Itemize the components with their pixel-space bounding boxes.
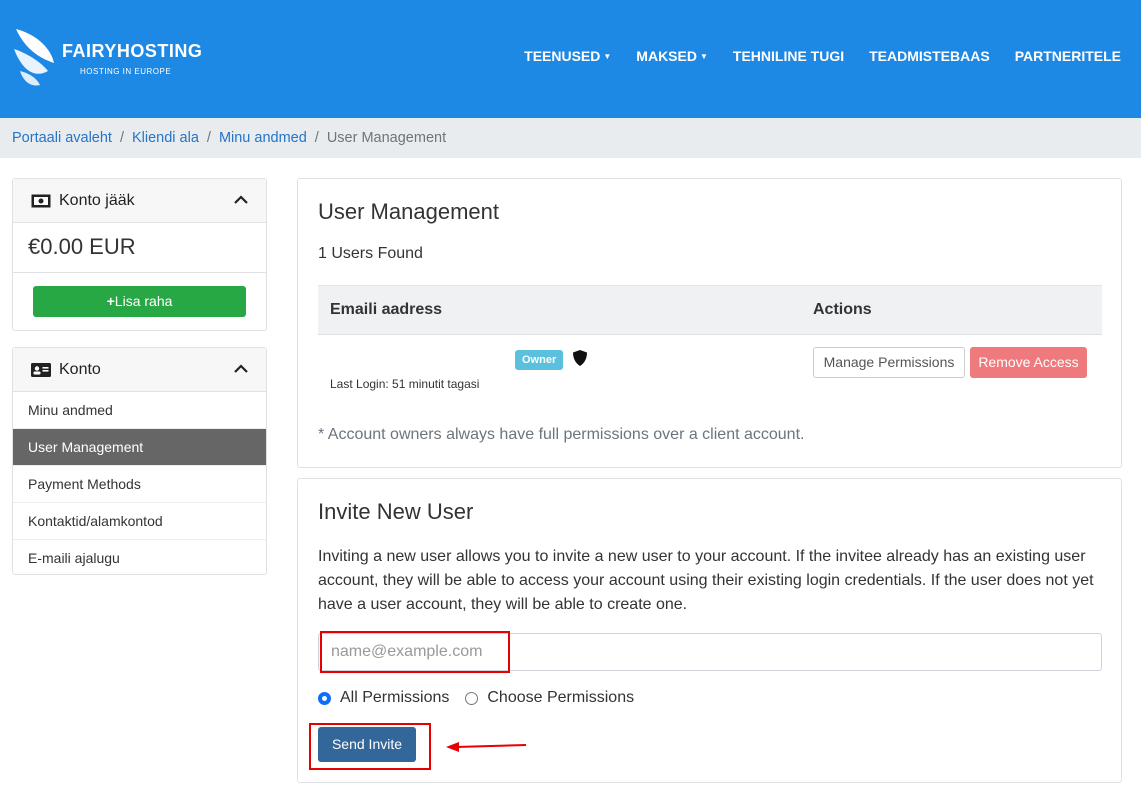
shield-icon xyxy=(573,350,587,371)
sidebar-item-e-maili-ajalugu[interactable]: E-maili ajalugu xyxy=(13,540,266,577)
arrow-left-icon xyxy=(446,742,527,752)
last-login-text: Last Login: 51 minutit tagasi xyxy=(330,377,480,391)
user-management-card: User Management 1 Users Found Emaili aad… xyxy=(297,178,1122,468)
breadcrumb-separator: / xyxy=(119,130,124,146)
caret-down-icon: ▼ xyxy=(699,52,708,61)
nav-item-teadmistebaas[interactable]: TEADMISTEBAAS xyxy=(869,48,990,64)
site-header: FAIRYHOSTING HOSTING IN EUROPE TEENUSED ▼… xyxy=(0,0,1141,118)
table-header: Emaili aadress Actions xyxy=(318,285,1102,335)
nav-label: TEENUSED xyxy=(524,48,601,64)
nav-item-partneritele[interactable]: PARTNERITELE xyxy=(1015,48,1121,64)
users-table: Emaili aadress Actions Owner Last Login:… xyxy=(318,285,1102,405)
add-funds-button[interactable]: +Lisa raha xyxy=(33,286,246,317)
nav-item-teenused[interactable]: TEENUSED ▼ xyxy=(524,48,611,64)
account-panel-title: Konto xyxy=(59,360,101,378)
account-panel-header[interactable]: Konto xyxy=(13,348,266,392)
all-permissions-label[interactable]: All Permissions xyxy=(340,689,449,707)
plus-icon: + xyxy=(106,293,115,309)
owner-permissions-note: * Account owners always have full permis… xyxy=(318,426,805,443)
choose-permissions-radio[interactable] xyxy=(465,691,479,705)
money-bill-icon xyxy=(31,194,51,208)
breadcrumb-link[interactable]: Kliendi ala xyxy=(132,130,199,146)
invite-description: Inviting a new user allows you to invite… xyxy=(318,548,1094,613)
butterfly-wing-icon xyxy=(14,29,54,86)
balance-panel-title: Konto jääk xyxy=(59,191,135,209)
breadcrumb-link[interactable]: Minu andmed xyxy=(219,130,307,146)
sidebar-item-payment-methods[interactable]: Payment Methods xyxy=(13,466,266,503)
owner-badge: Owner xyxy=(515,350,564,370)
balance-panel: Konto jääk €0.00 EUR +Lisa raha xyxy=(12,178,267,331)
choose-permissions-label[interactable]: Choose Permissions xyxy=(487,689,634,707)
breadcrumb-separator: / xyxy=(314,130,319,146)
add-funds-wrapper: +Lisa raha xyxy=(13,273,266,330)
nav-item-tehniline-tugi[interactable]: TEHNILINE TUGI xyxy=(733,48,844,64)
brand-tagline: HOSTING IN EUROPE xyxy=(80,67,172,76)
highlight-box-send xyxy=(309,723,431,770)
main-nav: TEENUSED ▼ MAKSED ▼ TEHNILINE TUGI TEADMIS… xyxy=(499,48,1121,64)
add-funds-label: Lisa raha xyxy=(114,293,173,309)
breadcrumb: Portaali avaleht / Kliendi ala / Minu andmed… xyxy=(0,118,1141,158)
column-email: Emaili aadress xyxy=(330,301,443,318)
caret-down-icon: ▼ xyxy=(603,52,612,61)
permissions-radio-group: All Permissions Choose Permissions xyxy=(318,689,650,707)
breadcrumb-separator: / xyxy=(206,130,211,146)
all-permissions-radio[interactable] xyxy=(318,691,331,705)
balance-panel-header[interactable]: Konto jääk xyxy=(13,179,266,223)
nav-label: MAKSED xyxy=(636,48,697,64)
brand-logo[interactable]: FAIRYHOSTING HOSTING IN EUROPE xyxy=(12,27,202,91)
nav-item-maksed[interactable]: MAKSED ▼ xyxy=(636,48,708,64)
chevron-up-icon[interactable] xyxy=(234,192,248,210)
sidebar-item-minu-andmed[interactable]: Minu andmed xyxy=(13,392,266,429)
balance-amount: €0.00 EUR xyxy=(13,223,266,273)
highlight-box-email xyxy=(320,631,510,673)
invite-title: Invite New User xyxy=(318,499,474,524)
manage-permissions-button[interactable]: Manage Permissions xyxy=(813,347,965,378)
sidebar-item-kontaktid[interactable]: Kontaktid/alamkontod xyxy=(13,503,266,540)
users-found-count: 1 Users Found xyxy=(318,245,423,262)
id-card-icon xyxy=(31,362,51,377)
chevron-up-icon[interactable] xyxy=(234,361,248,379)
account-panel: Konto Minu andmed User Management Paymen… xyxy=(12,347,267,575)
table-row: Owner Last Login: 51 minutit tagasi Mana… xyxy=(318,335,1102,405)
breadcrumb-link[interactable]: Portaali avaleht xyxy=(12,130,112,146)
sidebar-item-user-management[interactable]: User Management xyxy=(13,429,266,466)
column-actions: Actions xyxy=(813,301,872,318)
breadcrumb-current: User Management xyxy=(326,130,447,146)
brand-name: FAIRYHOSTING xyxy=(62,41,203,61)
remove-access-button[interactable]: Remove Access xyxy=(970,347,1087,378)
page-title: User Management xyxy=(318,199,499,224)
